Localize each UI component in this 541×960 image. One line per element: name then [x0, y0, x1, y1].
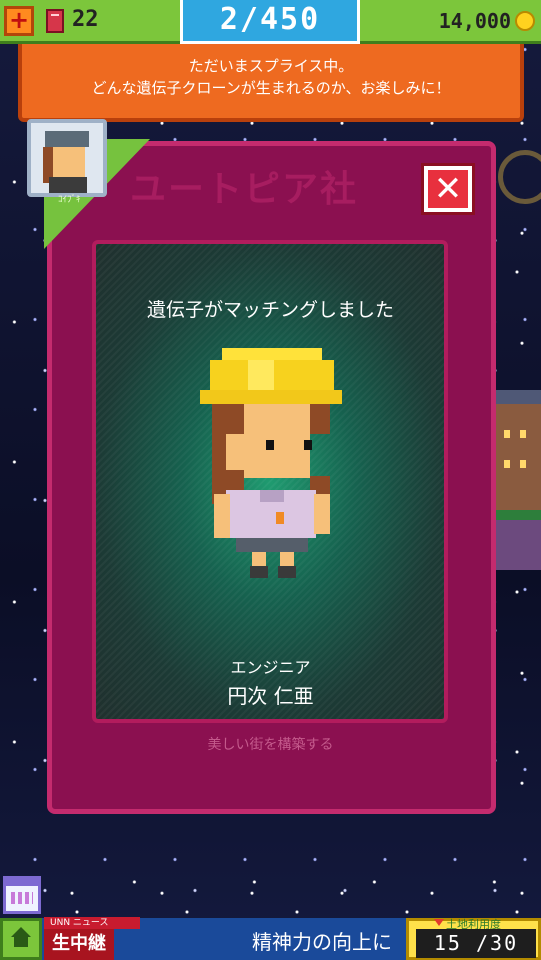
- books-count: 22: [72, 7, 99, 32]
- background-city: [494, 130, 541, 570]
- avatar-face: [53, 147, 85, 177]
- splice-banner: ただいまスプライス中。 どんな遺伝子クローンが生まれるのか、お楽しみに！: [18, 44, 524, 122]
- news-tag: UNN ニュース: [44, 917, 140, 929]
- gear-decoration: [498, 150, 541, 204]
- banner-line-2: どんな遺伝子クローンが生まれるのか、お楽しみに！: [91, 80, 451, 97]
- coin-icon: [515, 11, 535, 31]
- clone-job: エンジニア: [230, 658, 311, 677]
- coin-count: 14,000: [438, 9, 511, 33]
- population-counter[interactable]: 2/450: [180, 0, 360, 44]
- avatar-tag: ｺｲﾌﾞｷ: [58, 195, 81, 205]
- clone-name: 円次 仁亜: [227, 684, 314, 708]
- close-button[interactable]: ✕: [424, 166, 472, 212]
- live-badge: 生中継: [44, 929, 114, 960]
- window-light: [520, 430, 526, 438]
- city-building: [496, 390, 541, 510]
- job-description: 美しい街を構築する: [207, 737, 334, 753]
- calendar-icon[interactable]: [3, 876, 41, 914]
- banner-line-1: ただいまスプライス中。: [188, 58, 354, 75]
- engineer-character: [200, 348, 342, 578]
- avatar-body: [49, 177, 87, 193]
- book-icon: [46, 9, 64, 33]
- window-light: [504, 430, 510, 438]
- land-use-value: 15 /30: [416, 929, 536, 958]
- plus-icon[interactable]: +: [4, 6, 34, 36]
- top-hud: + 22 2/450 14,000: [0, 0, 541, 44]
- window-light: [520, 460, 526, 468]
- news-ticker[interactable]: 精神力の向上に: [252, 928, 392, 958]
- card-title: ユートピア社: [130, 169, 359, 210]
- window-light: [504, 460, 510, 468]
- home-icon[interactable]: [0, 918, 42, 960]
- city-house: [494, 510, 541, 570]
- player-avatar[interactable]: [27, 119, 107, 197]
- match-heading: 遺伝子がマッチングしました: [146, 300, 394, 321]
- avatar-hat: [45, 131, 89, 147]
